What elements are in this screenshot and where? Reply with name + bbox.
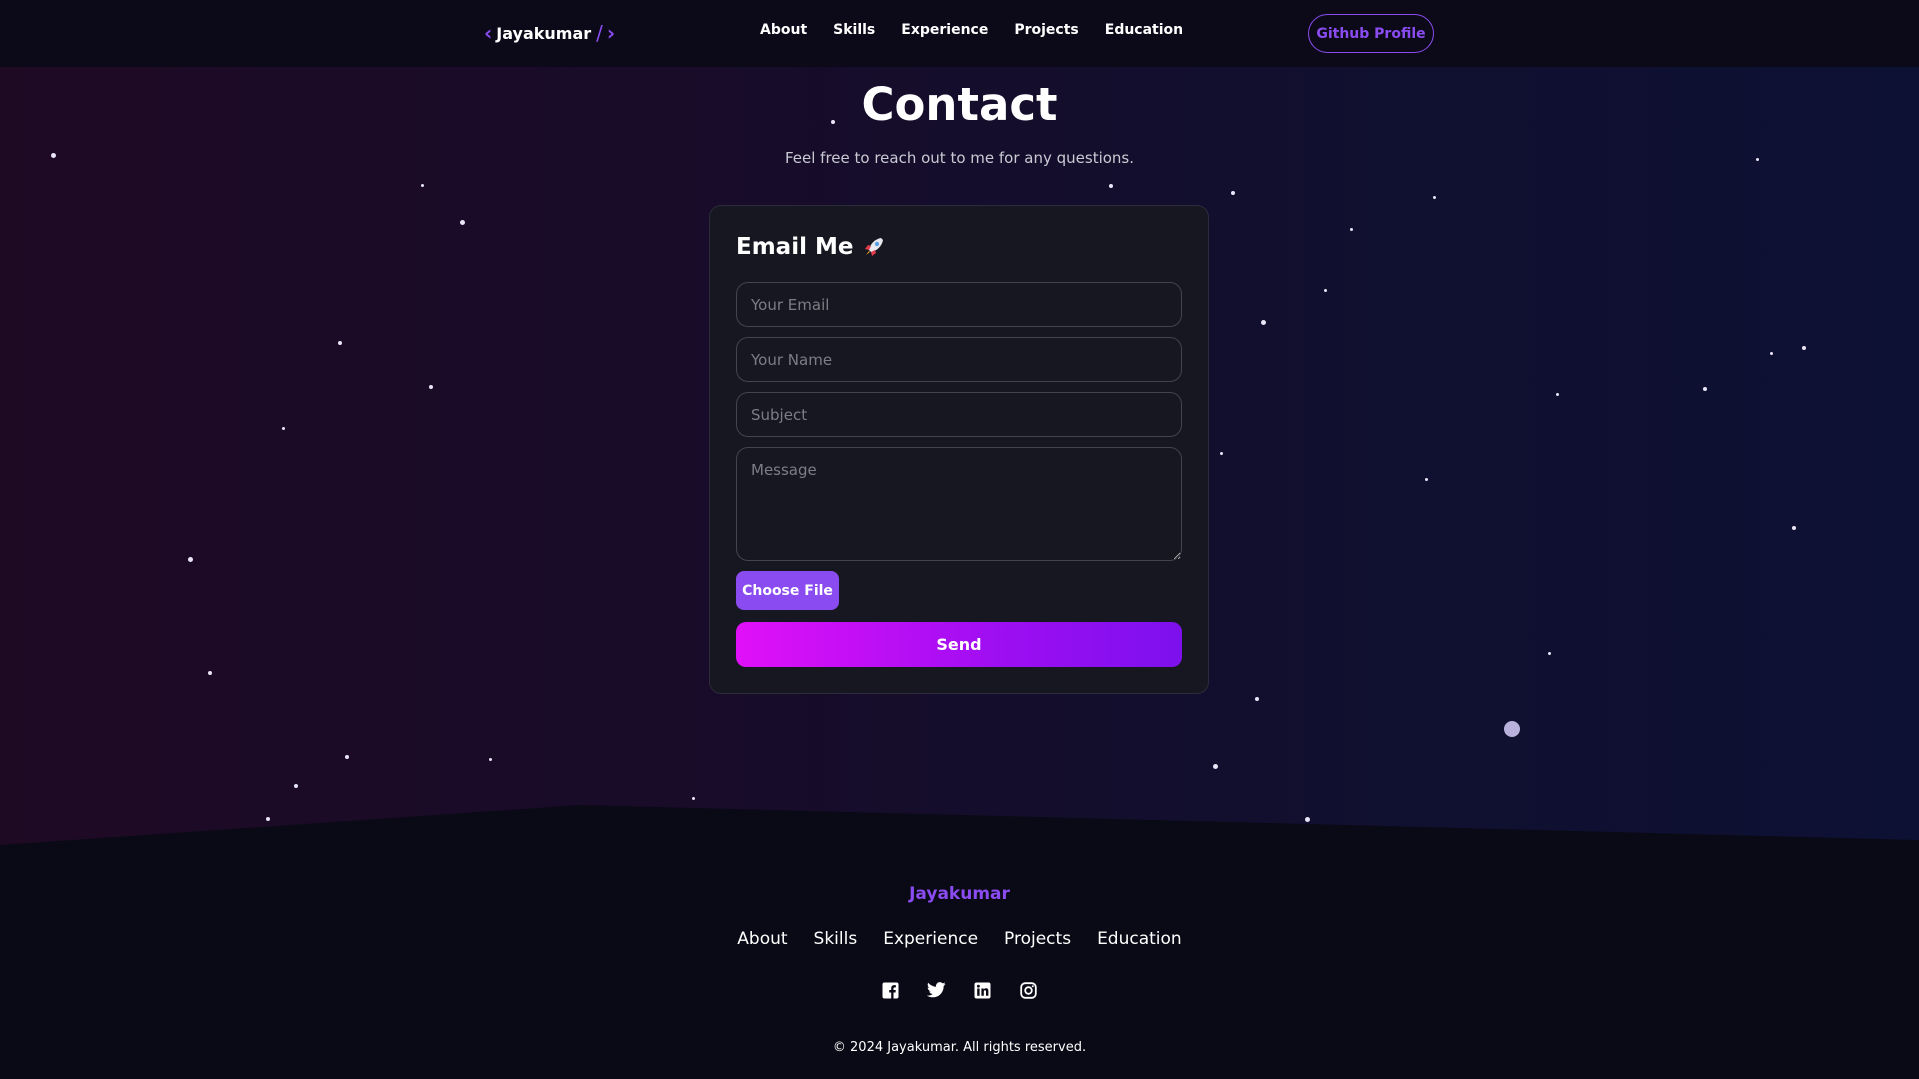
social-links [0, 980, 1919, 1000]
name-field[interactable] [736, 337, 1182, 382]
form-heading-text: Email Me [736, 234, 854, 260]
nav-link-skills[interactable]: Skills [833, 22, 875, 44]
nav-link-experience[interactable]: Experience [901, 22, 988, 44]
code-bracket-right-icon: › [606, 21, 616, 45]
send-button[interactable]: Send [736, 622, 1182, 667]
github-profile-button[interactable]: Github Profile [1308, 14, 1434, 53]
footer-links: About Skills Experience Projects Educati… [0, 929, 1919, 949]
navbar: ‹ Jayakumar / › About Skills Experience … [0, 0, 1919, 67]
footer-link-education[interactable]: Education [1097, 929, 1182, 949]
rocket-icon [865, 238, 884, 256]
footer-name: Jayakumar [909, 884, 1010, 904]
nav-link-education[interactable]: Education [1105, 22, 1183, 44]
nav-links: About Skills Experience Projects Educati… [760, 22, 1183, 44]
facebook-icon[interactable] [881, 980, 901, 1000]
subject-field[interactable] [736, 392, 1182, 437]
copyright-text: © 2024 Jayakumar. All rights reserved. [832, 1040, 1087, 1055]
email-field[interactable] [736, 282, 1182, 327]
brand-name: Jayakumar [496, 23, 592, 43]
nav-link-projects[interactable]: Projects [1014, 22, 1078, 44]
message-field[interactable] [736, 447, 1182, 561]
instagram-icon[interactable] [1019, 980, 1039, 1000]
twitter-icon[interactable] [927, 980, 947, 1000]
footer-link-about[interactable]: About [737, 929, 787, 949]
contact-form: Email Me Choose File Send [709, 205, 1209, 694]
slash-icon: / [596, 21, 603, 45]
contact-title: Contact [861, 78, 1058, 131]
footer-link-skills[interactable]: Skills [814, 929, 858, 949]
code-bracket-left-icon: ‹ [484, 21, 493, 45]
contact-subtitle: Feel free to reach out to me for any que… [784, 149, 1135, 167]
choose-file-button[interactable]: Choose File [736, 571, 839, 610]
brand-logo[interactable]: ‹ Jayakumar / › [484, 20, 615, 46]
nav-link-about[interactable]: About [760, 22, 807, 44]
footer-link-projects[interactable]: Projects [1004, 929, 1071, 949]
linkedin-icon[interactable] [973, 980, 993, 1000]
form-heading: Email Me [736, 234, 887, 260]
footer-link-experience[interactable]: Experience [883, 929, 978, 949]
